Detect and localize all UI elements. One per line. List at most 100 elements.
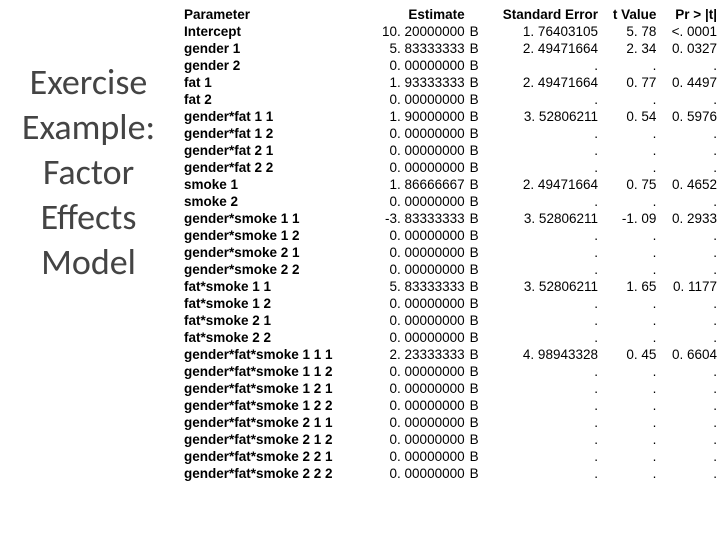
cell-flag: B (468, 91, 482, 108)
cell-estimate: 0. 00000000 (363, 142, 467, 159)
cell-tvalue: 1. 65 (601, 278, 659, 295)
cell-tvalue: . (601, 125, 659, 142)
cell-stderr: . (482, 159, 601, 176)
cell-parameter: fat 2 (181, 91, 363, 108)
cell-flag: B (468, 40, 482, 57)
table-row: gender*fat*smoke 2 1 10. 00000000B... (181, 414, 720, 431)
cell-stderr: 3. 52806211 (482, 108, 601, 125)
cell-parameter: smoke 1 (181, 176, 363, 193)
cell-flag: B (468, 414, 482, 431)
cell-tvalue: -1. 09 (601, 210, 659, 227)
cell-parameter: gender*fat 1 2 (181, 125, 363, 142)
cell-prt: . (659, 312, 720, 329)
cell-tvalue: . (601, 380, 659, 397)
cell-estimate: 0. 00000000 (363, 261, 467, 278)
cell-tvalue: 0. 75 (601, 176, 659, 193)
cell-estimate: 5. 83333333 (363, 278, 467, 295)
table-row: gender*smoke 2 20. 00000000B... (181, 261, 720, 278)
cell-estimate: 2. 23333333 (363, 346, 467, 363)
cell-flag: B (468, 346, 482, 363)
cell-parameter: fat*smoke 1 2 (181, 295, 363, 312)
table-row: gender*fat 2 20. 00000000B... (181, 159, 720, 176)
cell-tvalue: 0. 54 (601, 108, 659, 125)
table-row: smoke 20. 00000000B... (181, 193, 720, 210)
cell-estimate: 0. 00000000 (363, 431, 467, 448)
cell-prt: . (659, 57, 720, 74)
cell-flag: B (468, 244, 482, 261)
cell-prt: . (659, 227, 720, 244)
cell-prt: . (659, 125, 720, 142)
cell-tvalue: . (601, 448, 659, 465)
cell-parameter: gender*fat*smoke 2 2 2 (181, 465, 363, 482)
cell-estimate: 0. 00000000 (363, 227, 467, 244)
parameter-estimates-table: Parameter Estimate Standard Error t Valu… (181, 6, 720, 482)
cell-flag: B (468, 278, 482, 295)
cell-flag: B (468, 210, 482, 227)
cell-parameter: gender*fat 1 1 (181, 108, 363, 125)
cell-stderr: . (482, 329, 601, 346)
cell-tvalue: . (601, 261, 659, 278)
title-line: Example: (6, 105, 171, 150)
table-row: fat*smoke 2 10. 00000000B... (181, 312, 720, 329)
table-row: gender*fat*smoke 1 1 12. 23333333B4. 989… (181, 346, 720, 363)
cell-prt: . (659, 295, 720, 312)
cell-parameter: fat 1 (181, 74, 363, 91)
table-row: gender*fat*smoke 2 2 10. 00000000B... (181, 448, 720, 465)
col-flag (468, 6, 482, 23)
cell-estimate: -3. 83333333 (363, 210, 467, 227)
cell-prt: . (659, 397, 720, 414)
cell-flag: B (468, 176, 482, 193)
cell-stderr: . (482, 414, 601, 431)
col-stderr: Standard Error (482, 6, 601, 23)
cell-parameter: gender*fat 2 2 (181, 159, 363, 176)
table-row: gender 15. 83333333B2. 494716642. 340. 0… (181, 40, 720, 57)
cell-flag: B (468, 261, 482, 278)
cell-parameter: gender*fat*smoke 2 1 1 (181, 414, 363, 431)
cell-prt: . (659, 465, 720, 482)
cell-parameter: fat*smoke 1 1 (181, 278, 363, 295)
cell-tvalue: . (601, 397, 659, 414)
title-line: Model (6, 240, 171, 285)
cell-parameter: smoke 2 (181, 193, 363, 210)
table-row: fat*smoke 1 20. 00000000B... (181, 295, 720, 312)
cell-stderr: . (482, 227, 601, 244)
cell-tvalue: . (601, 227, 659, 244)
cell-stderr: . (482, 57, 601, 74)
cell-estimate: 0. 00000000 (363, 57, 467, 74)
cell-prt: . (659, 91, 720, 108)
cell-stderr: 2. 49471664 (482, 40, 601, 57)
table-row: Intercept10. 20000000B1. 764031055. 78<.… (181, 23, 720, 40)
cell-parameter: gender*smoke 2 2 (181, 261, 363, 278)
cell-prt: . (659, 329, 720, 346)
cell-stderr: . (482, 363, 601, 380)
cell-prt: 0. 1177 (659, 278, 720, 295)
cell-parameter: gender*smoke 1 2 (181, 227, 363, 244)
cell-flag: B (468, 380, 482, 397)
table-row: fat*smoke 1 15. 83333333B3. 528062111. 6… (181, 278, 720, 295)
title-line: Exercise (6, 60, 171, 105)
cell-stderr: 3. 52806211 (482, 278, 601, 295)
cell-parameter: Intercept (181, 23, 363, 40)
cell-stderr: . (482, 448, 601, 465)
col-prt: Pr > |t| (659, 6, 720, 23)
cell-estimate: 0. 00000000 (363, 414, 467, 431)
cell-tvalue: . (601, 465, 659, 482)
cell-stderr: 1. 76403105 (482, 23, 601, 40)
table-row: gender*fat 2 10. 00000000B... (181, 142, 720, 159)
cell-prt: . (659, 363, 720, 380)
cell-estimate: 0. 00000000 (363, 159, 467, 176)
table-row: gender*smoke 1 20. 00000000B... (181, 227, 720, 244)
title-line: Factor (6, 150, 171, 195)
table-row: smoke 11. 86666667B2. 494716640. 750. 46… (181, 176, 720, 193)
table-row: fat*smoke 2 20. 00000000B... (181, 329, 720, 346)
cell-parameter: gender 2 (181, 57, 363, 74)
cell-parameter: gender*fat*smoke 1 2 2 (181, 397, 363, 414)
cell-stderr: 2. 49471664 (482, 74, 601, 91)
cell-tvalue: 2. 34 (601, 40, 659, 57)
cell-flag: B (468, 295, 482, 312)
table-row: gender*fat*smoke 1 2 20. 00000000B... (181, 397, 720, 414)
cell-parameter: gender*fat*smoke 2 2 1 (181, 448, 363, 465)
cell-tvalue: . (601, 312, 659, 329)
table-row: gender*fat*smoke 2 1 20. 00000000B... (181, 431, 720, 448)
cell-flag: B (468, 57, 482, 74)
